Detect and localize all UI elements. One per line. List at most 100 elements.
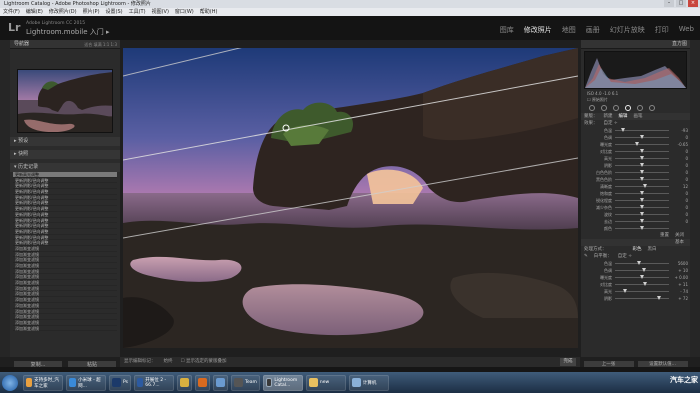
slider-value[interactable]: 0 xyxy=(672,162,688,169)
slider-track[interactable] xyxy=(615,144,669,145)
white-balance-dropdown[interactable]: 自定 ÷ xyxy=(618,253,632,260)
slider-knob[interactable] xyxy=(642,268,647,272)
slider-knob[interactable] xyxy=(620,128,625,132)
slider-knob[interactable] xyxy=(639,170,644,174)
slider-track[interactable] xyxy=(615,263,669,264)
taskbar-item-computer[interactable]: 计算机 xyxy=(348,374,389,391)
presets-section[interactable]: ▸ 预设 xyxy=(10,137,120,146)
menu-help[interactable]: 帮助(H) xyxy=(200,8,218,16)
menu-photo[interactable]: 照片(P) xyxy=(83,8,100,16)
taskbar-item-chat[interactable]: 小米球 - 超网... xyxy=(66,374,106,391)
slider-value[interactable]: 0 xyxy=(672,197,688,204)
mask-new-tab[interactable]: 新建 xyxy=(604,113,613,120)
slider-value[interactable]: 0 xyxy=(672,134,688,141)
red-eye-icon[interactable] xyxy=(613,105,619,111)
slider-knob[interactable] xyxy=(636,261,641,265)
taskbar-item-app1[interactable] xyxy=(176,374,192,391)
slider-knob[interactable] xyxy=(642,282,647,286)
slider-value[interactable]: 12 xyxy=(672,183,688,190)
taskbar-item-photoshop-doc[interactable]: 开展位 2 - 66.7... xyxy=(133,374,174,391)
slider-value[interactable]: 0 xyxy=(672,204,688,211)
crop-tool-icon[interactable] xyxy=(589,105,595,111)
slider-value[interactable]: + 10 xyxy=(672,267,688,274)
menu-view[interactable]: 视图(V) xyxy=(152,8,169,16)
slider-value[interactable]: 0 xyxy=(672,211,688,218)
spot-removal-icon[interactable] xyxy=(601,105,607,111)
taskbar-item-lightroom[interactable]: Lightroom Catal... xyxy=(262,374,303,391)
taskbar-item-team[interactable]: Team xyxy=(230,374,260,391)
slider-knob[interactable] xyxy=(623,289,628,293)
slider-value[interactable]: + 11 xyxy=(672,281,688,288)
slider-value[interactable]: 0 xyxy=(672,148,688,155)
navigator-header[interactable]: 导航器 适合 填满 1:1 1:3 xyxy=(10,40,120,49)
maximize-button[interactable]: □ xyxy=(676,0,686,7)
reset-mask-button[interactable]: 重置 xyxy=(660,232,669,239)
slider-knob[interactable] xyxy=(639,149,644,153)
close-mask-button[interactable]: 关闭 xyxy=(675,232,684,239)
basic-header[interactable]: 基本 xyxy=(581,239,690,246)
menu-settings[interactable]: 设置(S) xyxy=(106,8,123,16)
slider-value[interactable]: 0 xyxy=(672,169,688,176)
navigator-zoom-options[interactable]: 适合 填满 1:1 1:3 xyxy=(84,40,117,49)
snapshots-section[interactable]: ▸ 快照 xyxy=(10,150,120,159)
graduated-filter-icon[interactable] xyxy=(625,105,631,111)
taskbar-item-folder[interactable]: new xyxy=(305,374,346,391)
taskbar-item-app3[interactable] xyxy=(212,374,228,391)
slider-knob[interactable] xyxy=(639,191,644,195)
slider-value[interactable]: 0 xyxy=(672,176,688,183)
module-develop[interactable]: 修改照片 xyxy=(524,25,552,35)
slider-track[interactable] xyxy=(615,298,669,299)
eyedropper-icon[interactable]: ✎ xyxy=(584,253,588,260)
minimize-button[interactable]: – xyxy=(664,0,674,7)
slider-value[interactable]: 5600 xyxy=(672,260,688,267)
treatment-bw-button[interactable]: 黑白 xyxy=(648,246,657,253)
module-library[interactable]: 图库 xyxy=(500,25,514,35)
mask-overlay-checkbox[interactable]: ☐ 显示选定的蒙版叠加 xyxy=(181,357,227,367)
menu-window[interactable]: 窗口(W) xyxy=(175,8,194,16)
slider-value[interactable]: + 72 xyxy=(672,295,688,302)
left-edge-toggle[interactable] xyxy=(0,40,10,357)
menu-file[interactable]: 文件(F) xyxy=(3,8,20,16)
module-slideshow[interactable]: 幻灯片放映 xyxy=(610,25,645,35)
slider-knob[interactable] xyxy=(635,142,640,146)
slider-knob[interactable] xyxy=(639,219,644,223)
mask-edit-tab[interactable]: 编辑 xyxy=(619,113,628,120)
close-button[interactable]: × xyxy=(688,0,698,7)
photo-canvas[interactable] xyxy=(123,48,578,348)
taskbar-item-browser[interactable]: 支持多时_汽车之家 xyxy=(23,374,63,391)
taskbar-item-app2[interactable] xyxy=(194,374,210,391)
right-edge-toggle[interactable] xyxy=(690,40,700,357)
slider-knob[interactable] xyxy=(639,135,644,139)
slider-knob[interactable] xyxy=(639,226,644,230)
slider-knob[interactable] xyxy=(639,198,644,202)
history-item[interactable]: 添加渐变滤镜 xyxy=(13,326,117,332)
taskbar-item-photoshop[interactable]: Ps xyxy=(109,374,131,391)
effect-preset-dropdown[interactable]: 自定 ÷ xyxy=(604,120,618,127)
slider-value[interactable]: 0 xyxy=(672,218,688,225)
slider-knob[interactable] xyxy=(639,177,644,181)
treatment-color-button[interactable]: 彩色 xyxy=(633,246,642,253)
slider-knob[interactable] xyxy=(639,156,644,160)
edit-pins-mode[interactable]: 始终 xyxy=(164,357,173,367)
module-print[interactable]: 打印 xyxy=(655,25,669,35)
menu-edit[interactable]: 编辑(E) xyxy=(26,8,43,16)
histogram[interactable] xyxy=(584,51,687,89)
slider-value[interactable]: -0.65 xyxy=(672,141,688,148)
slider-knob[interactable] xyxy=(639,163,644,167)
module-map[interactable]: 地图 xyxy=(562,25,576,35)
adjustment-brush-icon[interactable] xyxy=(649,105,655,111)
slider-value[interactable]: - 74 xyxy=(672,288,688,295)
module-web[interactable]: Web xyxy=(679,25,694,35)
menu-develop[interactable]: 修改照片(D) xyxy=(49,8,77,16)
done-button[interactable]: 完成 xyxy=(560,358,576,366)
slider-knob[interactable] xyxy=(639,275,644,279)
slider-knob[interactable] xyxy=(639,205,644,209)
slider-value[interactable]: 0 xyxy=(672,190,688,197)
start-button[interactable] xyxy=(2,374,18,391)
slider-value[interactable]: 0 xyxy=(672,155,688,162)
slider-knob[interactable] xyxy=(639,212,644,216)
slider-value[interactable]: + 0.00 xyxy=(672,274,688,281)
menu-tools[interactable]: 工具(T) xyxy=(129,8,146,16)
history-section[interactable]: ▾ 历史记录 xyxy=(10,163,120,172)
histogram-header[interactable]: 直方图 xyxy=(581,40,690,49)
